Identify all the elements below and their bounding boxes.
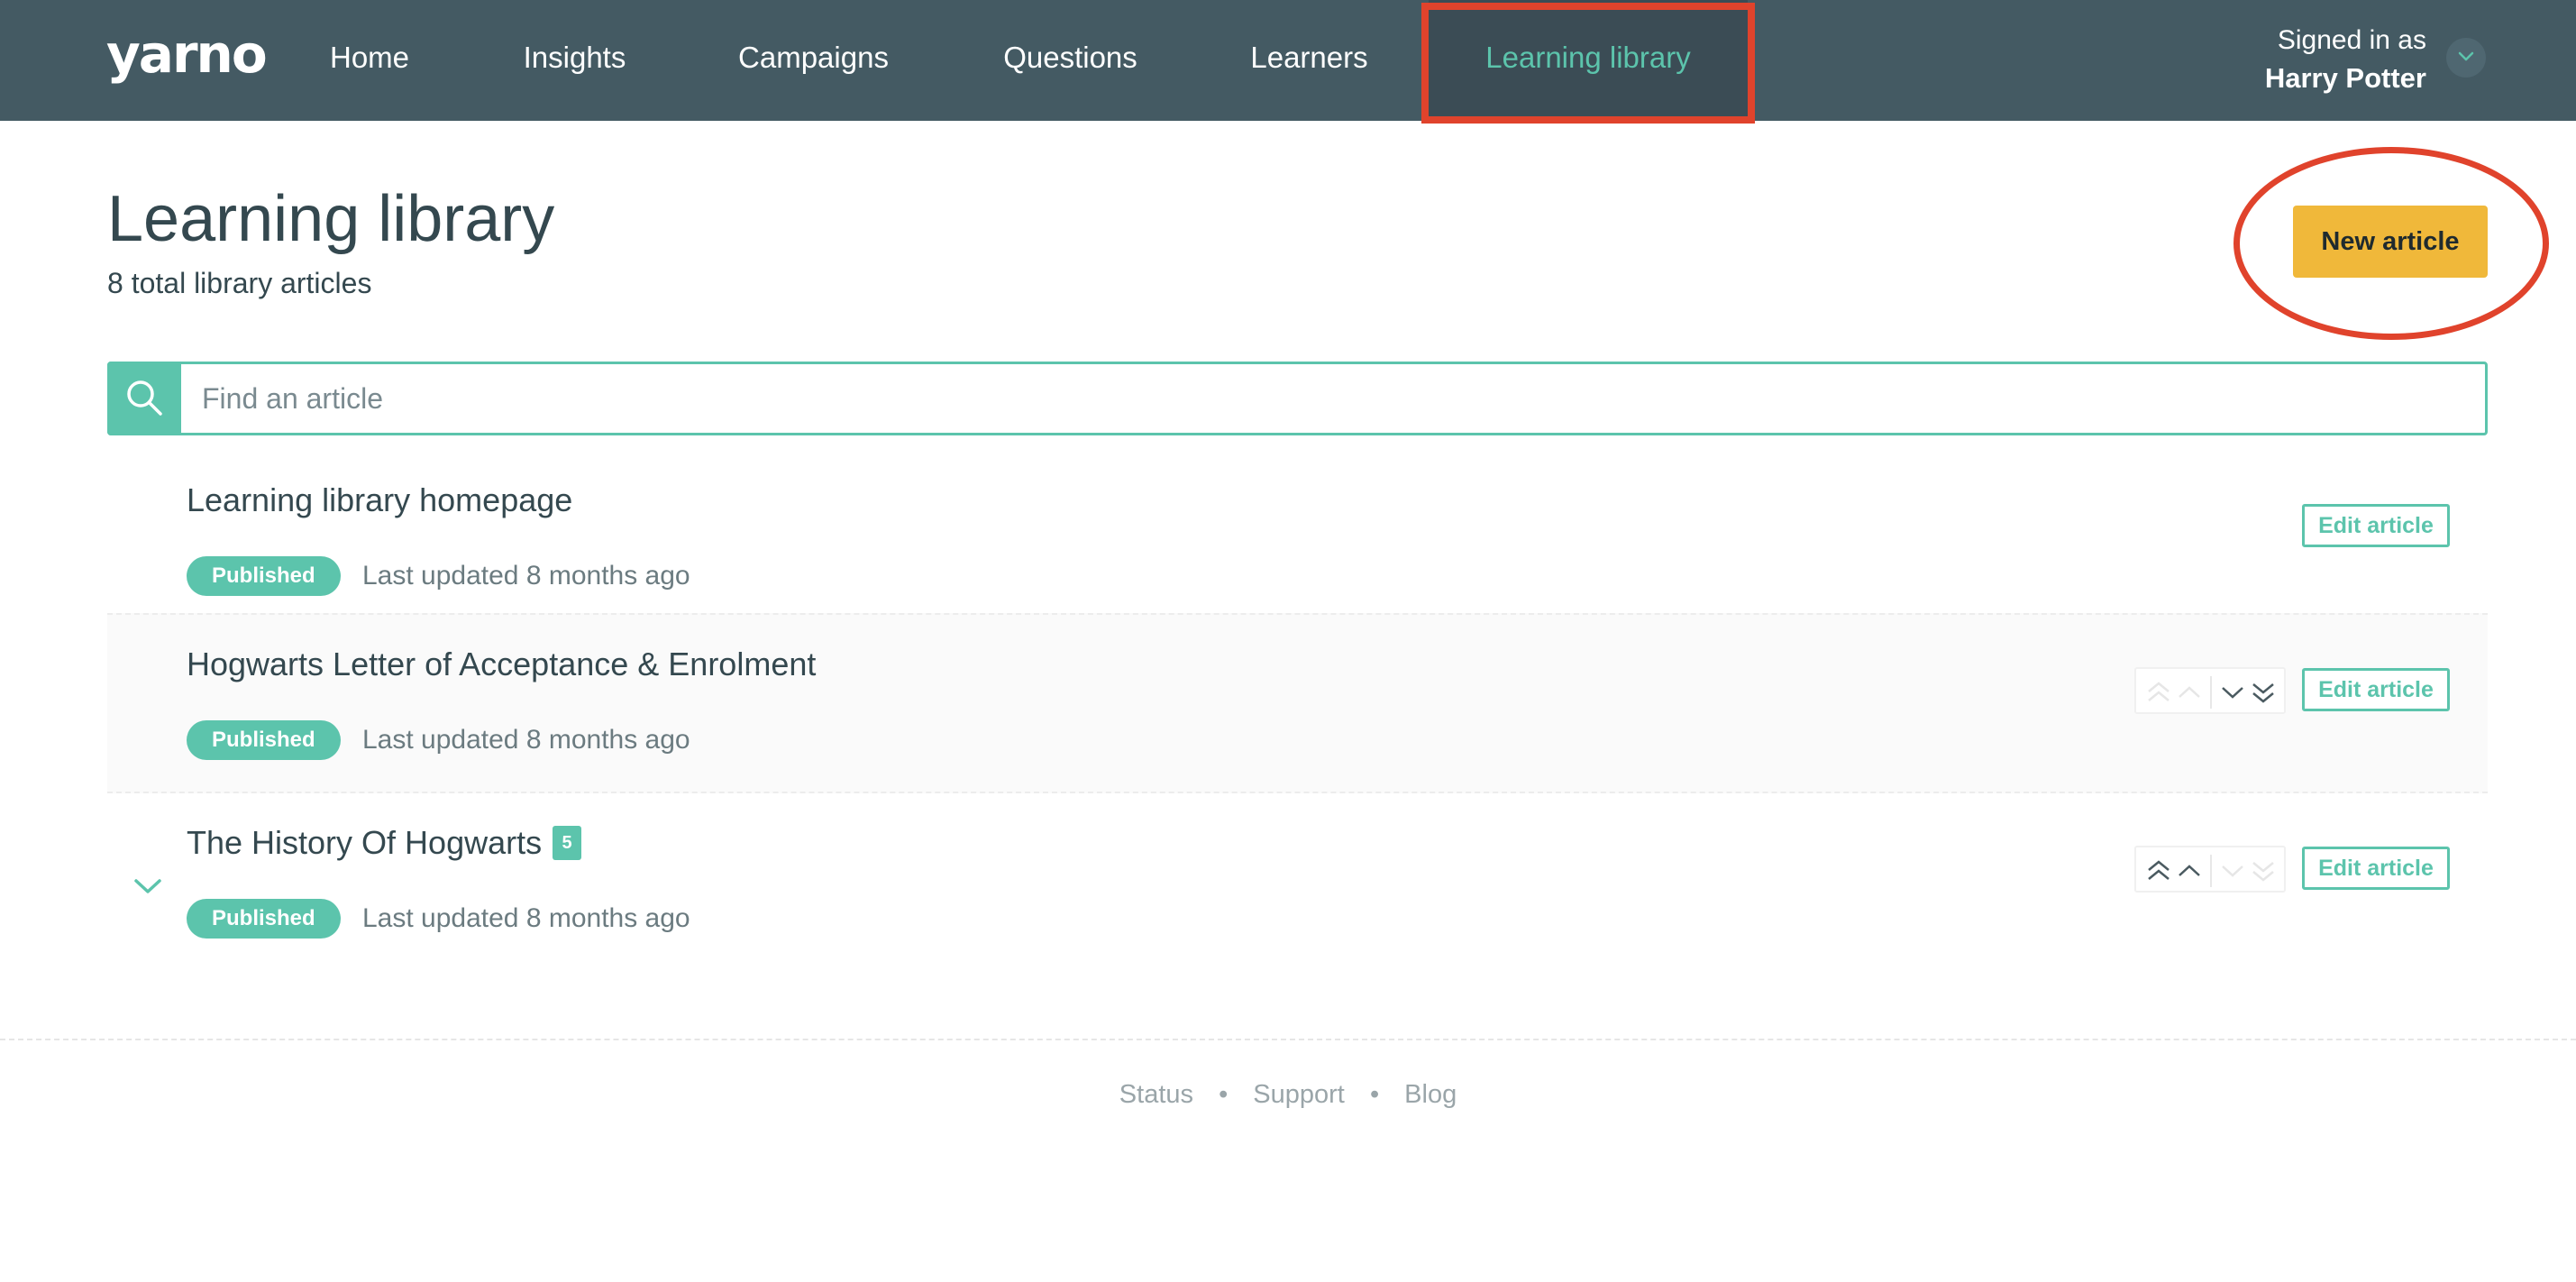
nav-learners[interactable]: Learners	[1230, 0, 1388, 121]
double-chevron-up-icon	[2148, 682, 2170, 701]
search-icon	[127, 380, 162, 416]
footer-link-support[interactable]: Support	[1253, 1080, 1345, 1109]
article-row: Learning library homepage Published Last…	[107, 451, 2488, 631]
article-title[interactable]: The History Of Hogwarts 5	[187, 820, 582, 865]
footer: Status • Support • Blog	[0, 1075, 2576, 1114]
edit-article-button[interactable]: Edit article	[2302, 847, 2450, 890]
edit-article-button[interactable]: Edit article	[2302, 504, 2450, 547]
nav-home[interactable]: Home	[306, 0, 433, 121]
last-updated: Last updated 8 months ago	[362, 561, 690, 591]
footer-separator: •	[1369, 1080, 1380, 1109]
article-row: Hogwarts Letter of Acceptance & Enrolmen…	[107, 613, 2488, 793]
page-title: Learning library	[107, 183, 555, 255]
nav-learning-library[interactable]: Learning library	[1429, 0, 1748, 121]
footer-divider	[0, 1039, 2576, 1040]
user-menu-toggle[interactable]	[2446, 38, 2486, 78]
signed-in-label: Signed in as	[2277, 25, 2426, 55]
nav-questions[interactable]: Questions	[982, 0, 1158, 121]
nav-campaigns[interactable]: Campaigns	[717, 0, 910, 121]
nav-insights[interactable]: Insights	[505, 0, 644, 121]
chevron-up-icon[interactable]	[2176, 859, 2203, 883]
footer-separator: •	[1219, 1080, 1229, 1109]
article-search	[107, 362, 2488, 435]
signed-in-info[interactable]: Signed in as Harry Potter	[2265, 22, 2426, 97]
child-count-badge: 5	[553, 826, 582, 860]
chevron-down-icon[interactable]	[132, 876, 163, 896]
article-title[interactable]: Hogwarts Letter of Acceptance & Enrolmen…	[187, 642, 816, 687]
last-updated: Last updated 8 months ago	[362, 725, 690, 755]
status-badge: Published	[187, 556, 341, 596]
article-row: The History Of Hogwarts 5 Published Last …	[107, 793, 2488, 974]
double-chevron-down-icon[interactable]	[2250, 681, 2277, 704]
chevron-down-icon[interactable]	[2219, 681, 2246, 704]
search-button[interactable]	[107, 362, 181, 435]
last-updated: Last updated 8 months ago	[362, 903, 690, 933]
chevron-down-icon	[2222, 865, 2243, 877]
article-count: 8 total library articles	[107, 267, 372, 299]
double-chevron-down-icon	[2252, 862, 2274, 882]
yarno-logo[interactable]: yarno	[106, 25, 268, 83]
double-chevron-up-icon[interactable]	[2145, 859, 2172, 883]
top-nav: yarno Home Insights Campaigns Questions …	[0, 0, 2576, 121]
chevron-up-icon	[2179, 686, 2200, 698]
status-badge: Published	[187, 899, 341, 939]
reorder-controls	[2134, 846, 2286, 893]
edit-article-button[interactable]: Edit article	[2302, 668, 2450, 711]
search-input[interactable]	[202, 364, 2473, 433]
chevron-down-icon	[2458, 51, 2474, 61]
status-badge: Published	[187, 720, 341, 760]
reorder-controls	[2134, 667, 2286, 714]
user-name: Harry Potter	[2264, 62, 2426, 94]
footer-link-blog[interactable]: Blog	[1404, 1080, 1457, 1109]
footer-link-status[interactable]: Status	[1119, 1080, 1193, 1109]
article-title[interactable]: Learning library homepage	[187, 478, 572, 523]
new-article-button[interactable]: New article	[2293, 206, 2488, 278]
